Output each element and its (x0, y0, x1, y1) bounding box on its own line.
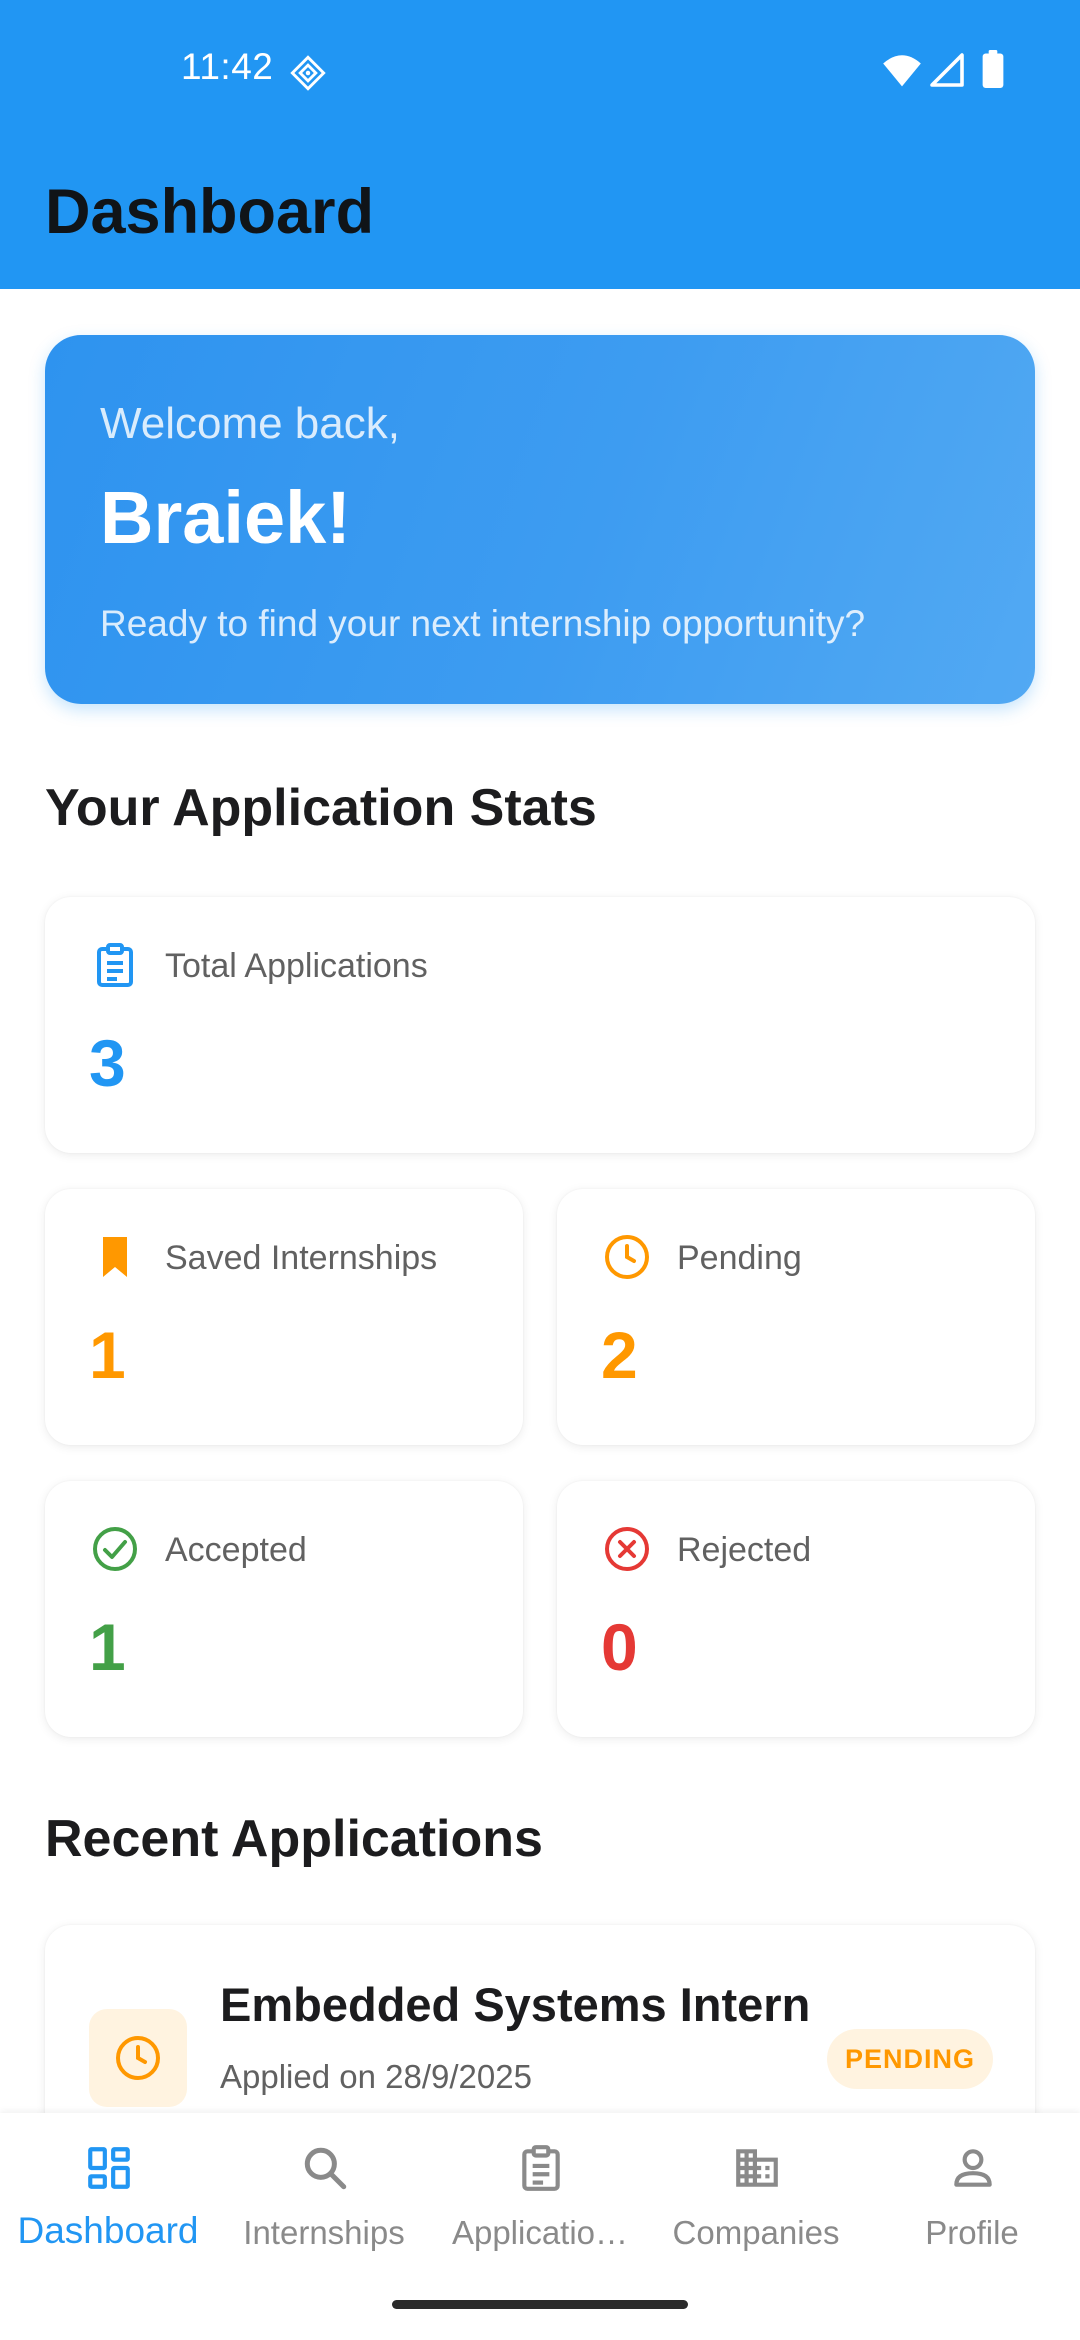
welcome-user-name: Braiek! (100, 476, 351, 559)
application-date: Applied on 28/9/2025 (220, 2058, 532, 2095)
nav-item-companies[interactable]: Companies (648, 2113, 864, 2313)
stat-label: Rejected (677, 1531, 812, 1569)
stat-value: 1 (89, 1610, 126, 1684)
application-status-icon-box (89, 2009, 187, 2107)
clock-icon (605, 1235, 649, 1279)
person-icon (954, 2149, 992, 2187)
stat-label: Pending (677, 1239, 802, 1277)
cancel-circle-icon (605, 1527, 649, 1571)
signal-icon (930, 53, 964, 87)
nav-label: Dashboard (17, 2210, 199, 2251)
welcome-greeting: Welcome back, (100, 399, 400, 448)
stat-value: 3 (89, 1026, 126, 1100)
stat-value: 0 (601, 1610, 638, 1684)
dashboard-icon (88, 2147, 130, 2189)
nav-item-profile[interactable]: Profile (864, 2113, 1080, 2313)
clipboard-icon (97, 943, 133, 987)
stat-value: 1 (89, 1318, 126, 1392)
stat-label: Total Applications (165, 947, 428, 985)
stat-label: Accepted (165, 1531, 307, 1569)
stat-card-total-applications[interactable]: Total Applications 3 (45, 897, 1035, 1153)
stat-card-saved-internships[interactable]: Saved Internships 1 (45, 1189, 523, 1445)
status-time: 11:42 (181, 46, 274, 87)
building-icon (736, 2149, 778, 2187)
clock-icon (116, 2036, 160, 2080)
nav-label: Profile (925, 2214, 1019, 2251)
nav-label: Companies (672, 2214, 840, 2251)
nav-label: Applicatio… (451, 2214, 629, 2251)
home-indicator[interactable] (392, 2300, 688, 2309)
notification-icon (290, 55, 326, 91)
bookmark-icon (103, 1237, 127, 1277)
nav-item-applications[interactable]: Applicatio… (432, 2113, 648, 2313)
nav-label: Internships (243, 2214, 405, 2251)
page-title: Dashboard (45, 177, 375, 247)
welcome-subtitle: Ready to find your next internship oppor… (100, 603, 866, 644)
stat-card-pending[interactable]: Pending 2 (557, 1189, 1035, 1445)
clipboard-icon (522, 2145, 560, 2191)
nav-item-dashboard[interactable]: Dashboard (0, 2113, 216, 2313)
welcome-card: Welcome back, Braiek! Ready to find your… (45, 335, 1035, 704)
app-header: 11:42 Dashboard (0, 0, 1080, 289)
nav-item-internships[interactable]: Internships (216, 2113, 432, 2313)
check-circle-icon (93, 1527, 137, 1571)
recent-section-title: Recent Applications (45, 1810, 543, 1868)
stat-value: 2 (601, 1318, 638, 1392)
application-title: Embedded Systems Intern (220, 1978, 811, 2031)
stats-section-title: Your Application Stats (45, 779, 597, 837)
stat-card-accepted[interactable]: Accepted 1 (45, 1481, 523, 1737)
stat-card-rejected[interactable]: Rejected 0 (557, 1481, 1035, 1737)
battery-icon (982, 50, 1004, 88)
status-badge: PENDING (827, 2029, 993, 2089)
wifi-icon (883, 55, 921, 87)
search-icon (304, 2147, 347, 2190)
stat-label: Saved Internships (165, 1239, 438, 1277)
